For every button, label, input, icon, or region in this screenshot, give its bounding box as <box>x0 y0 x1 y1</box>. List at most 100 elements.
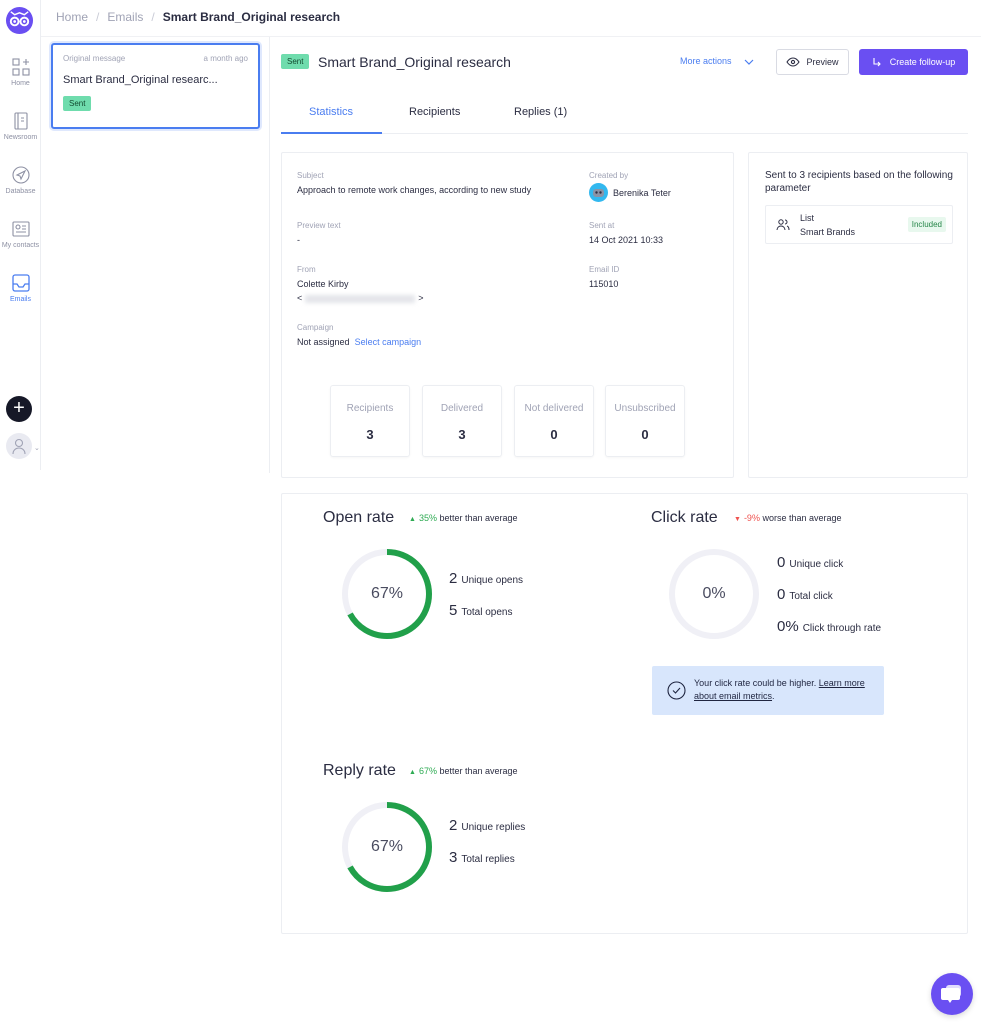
email-id-label: Email ID <box>589 265 620 274</box>
tab-replies[interactable]: Replies (1) <box>514 106 567 118</box>
donut-label: 0% <box>702 585 726 602</box>
create-follow-up-button[interactable]: Create follow-up <box>859 49 968 75</box>
campaign-label: Campaign <box>297 323 334 332</box>
user-avatar[interactable] <box>6 433 32 459</box>
total-click: 0 Total click <box>777 586 833 603</box>
stat-value: 0 <box>550 427 558 442</box>
preview-label: Preview <box>806 57 839 67</box>
contacts-card-icon <box>11 221 30 237</box>
stat-value: 3 <box>366 427 374 442</box>
parameter-type: List <box>800 213 815 223</box>
chat-bubble-icon <box>941 985 961 1003</box>
metric-number: 5 <box>449 602 458 619</box>
hint-end: . <box>772 691 775 701</box>
total-replies: 3 Total replies <box>449 849 515 866</box>
sidebar-item-label: My contacts <box>1 242 40 249</box>
click-rate-hint: Your click rate could be higher. Learn m… <box>652 666 884 715</box>
message-list-item[interactable]: Original message a month ago Smart Brand… <box>51 43 260 129</box>
campaign-name: Not assigned <box>297 337 350 347</box>
stat-label: Not delivered <box>524 403 584 414</box>
sidebar-item-home[interactable]: Home <box>0 58 41 87</box>
metric-label: Total click <box>789 591 833 602</box>
logo-owl-icon[interactable] <box>5 6 34 35</box>
donut-label: 67% <box>370 585 404 602</box>
delta-text: worse than average <box>762 513 842 523</box>
breadcrumb-home[interactable]: Home <box>56 10 88 24</box>
sidebar-item-label: Home <box>11 80 30 87</box>
page-title: Smart Brand_Original research <box>318 54 511 70</box>
chevron-down-icon <box>744 59 754 65</box>
status-badge: Sent <box>63 96 92 111</box>
chat-launcher-button[interactable] <box>931 973 973 1015</box>
email-id-value: 115010 <box>589 279 619 289</box>
sidebar: Home Newsroom Database My contacts Email… <box>0 0 41 470</box>
open-rate-delta: ▲ 35% better than average <box>409 513 518 523</box>
more-actions-button[interactable]: More actions <box>680 56 754 66</box>
preview-button[interactable]: Preview <box>776 49 849 75</box>
tab-recipients[interactable]: Recipients <box>409 106 460 118</box>
from-label: From <box>297 265 316 274</box>
metric-number: 0% <box>777 618 799 635</box>
stat-value: 3 <box>458 427 466 442</box>
delta-value: 35% <box>418 513 437 523</box>
stat-unsubscribed: Unsubscribed 0 <box>605 385 685 457</box>
unique-click: 0 Unique click <box>777 554 843 571</box>
preview-text-value: - <box>297 235 300 245</box>
click-rate-delta: ▼ -9% worse than average <box>734 513 842 523</box>
tab-statistics[interactable]: Statistics <box>309 106 353 118</box>
sidebar-item-emails[interactable]: Emails <box>0 274 41 303</box>
tab-bar: Statistics Recipients Replies (1) <box>281 97 968 134</box>
unique-opens: 2 Unique opens <box>449 570 523 587</box>
parameter-name: Smart Brands <box>800 227 856 237</box>
message-time: a month ago <box>203 54 248 63</box>
hint-message: Your click rate could be higher. <box>694 678 817 688</box>
select-campaign-link[interactable]: Select campaign <box>355 337 422 347</box>
metric-label: Total replies <box>461 854 515 865</box>
sidebar-item-my-contacts[interactable]: My contacts <box>0 220 41 249</box>
stat-value: 0 <box>641 427 649 442</box>
total-opens: 5 Total opens <box>449 602 513 619</box>
triangle-down-icon: ▼ <box>734 516 741 523</box>
metric-label: Unique opens <box>461 575 524 586</box>
user-icon <box>12 438 26 455</box>
unique-replies: 2 Unique replies <box>449 817 525 834</box>
metric-number: 0 <box>777 554 786 571</box>
stat-not-delivered: Not delivered 0 <box>514 385 594 457</box>
metric-label: Unique click <box>789 559 844 570</box>
stat-delivered: Delivered 3 <box>422 385 502 457</box>
breadcrumb-current: Smart Brand_Original research <box>162 10 341 24</box>
more-actions-label: More actions <box>680 56 732 66</box>
from-email-redacted: < > <box>297 293 424 303</box>
breadcrumb: Home / Emails / Smart Brand_Original researc… <box>56 10 340 24</box>
add-button[interactable]: + <box>6 396 32 422</box>
inbox-icon <box>11 274 30 292</box>
robot-avatar-icon <box>593 189 604 197</box>
click-through-rate: 0% Click through rate <box>777 618 881 635</box>
sent-at-label: Sent at <box>589 221 615 230</box>
metrics-card: Open rate ▲ 35% better than average 67% 2… <box>281 493 968 934</box>
subject-label: Subject <box>297 171 324 180</box>
created-by-value: Berenika Teter <box>613 188 671 198</box>
parameters-title: Sent to 3 recipients based on the follow… <box>765 170 953 194</box>
delta-text: better than average <box>439 766 518 776</box>
create-follow-up-label: Create follow-up <box>889 57 956 67</box>
reply-rate-title: Reply rate <box>323 762 396 779</box>
included-badge: Included <box>907 217 946 232</box>
users-icon <box>776 219 790 231</box>
eye-icon <box>786 57 801 67</box>
sidebar-item-label: Newsroom <box>3 134 38 141</box>
chevron-down-icon[interactable]: ⌄ <box>34 444 40 452</box>
click-rate-donut: 0% <box>667 547 761 641</box>
sidebar-item-newsroom[interactable]: Newsroom <box>0 112 41 141</box>
sidebar-item-database[interactable]: Database <box>0 166 41 195</box>
reply-rate-donut: 67% <box>340 800 434 894</box>
breadcrumb-emails[interactable]: Emails <box>107 10 143 24</box>
reply-arrow-icon <box>873 58 881 67</box>
click-rate-title: Click rate <box>651 509 718 526</box>
hint-text: Your click rate could be higher. Learn m… <box>694 677 874 703</box>
recipient-parameters-card: Sent to 3 recipients based on the follow… <box>748 152 968 478</box>
from-name: Colette Kirby <box>297 279 349 289</box>
message-list-panel: Original message a month ago Smart Brand… <box>41 37 270 473</box>
open-rate-title: Open rate <box>323 509 395 526</box>
newsroom-book-icon <box>13 112 28 130</box>
